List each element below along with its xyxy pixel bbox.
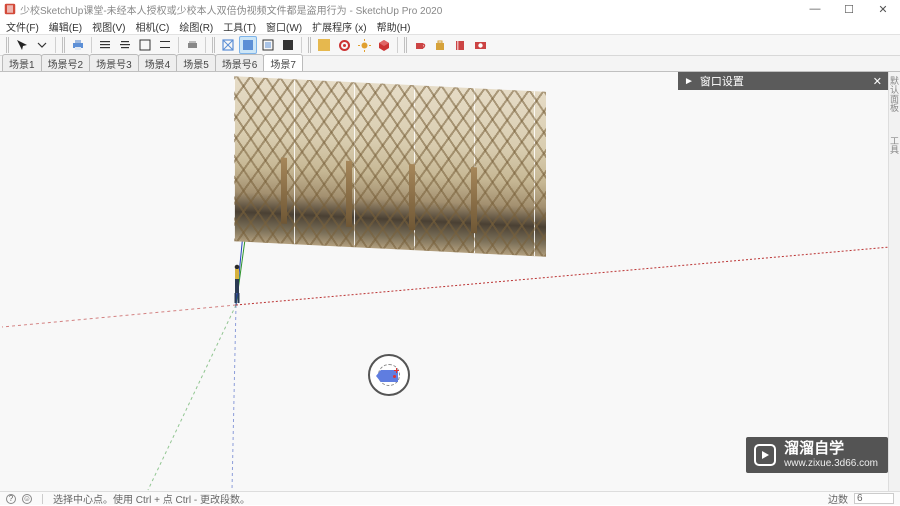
app-icon [4,3,16,15]
scene-tab[interactable]: 场景1 [2,54,42,71]
right-rail: 默认面板 工具 [888,72,900,491]
face-style-3-button[interactable] [259,36,277,54]
toolbar-handle-icon[interactable] [308,37,311,53]
rotate-tool-cursor [368,354,410,396]
bag-button[interactable] [431,36,449,54]
scene-tab[interactable]: 场景5 [176,54,216,71]
main-toolbar [0,34,900,56]
expand-icon[interactable]: ► [684,76,694,87]
status-hint: 选择中心点。使用 Ctrl + 点 Ctrl - 更改段数。 [53,491,250,506]
status-separator [42,494,43,504]
measurement-label: 边数 [828,491,848,506]
menu-bar: 文件(F) 编辑(E) 视图(V) 相机(C) 绘图(R) 工具(T) 窗口(W… [0,18,900,34]
toolbar-handle-icon[interactable] [212,37,215,53]
toolbar-separator [178,37,179,53]
menu-tools[interactable]: 工具(T) [221,19,258,34]
window-controls: — ☐ ✕ [798,0,900,18]
scene-tab[interactable]: 场景号6 [215,54,265,71]
scene-tab[interactable]: 场景4 [138,54,178,71]
style-1-button[interactable] [96,36,114,54]
toolbar-handle-icon[interactable] [6,37,9,53]
menu-window[interactable]: 窗口(W) [264,19,304,34]
color-swatch-button[interactable] [315,36,333,54]
scale-figure[interactable] [232,263,242,305]
tray-panel-header[interactable]: ► 窗口设置 ✕ [678,72,888,90]
camera-button[interactable] [471,36,489,54]
menu-camera[interactable]: 相机(C) [133,19,171,34]
close-button[interactable]: ✕ [866,0,900,18]
toolbar-separator [397,37,398,53]
measurement-input[interactable]: 6 [854,493,894,504]
scene-tab[interactable]: 场景号3 [89,54,139,71]
toolbar-separator [55,37,56,53]
toolbar-separator [91,37,92,53]
menu-extensions[interactable]: 扩展程序 (x) [310,19,368,34]
minimize-button[interactable]: — [798,0,832,18]
user-icon[interactable]: ☺ [22,494,32,504]
scene-tab[interactable]: 场景7 [263,54,303,71]
help-icon[interactable]: ? [6,494,16,504]
face-style-2-button[interactable] [239,36,257,54]
face-style-4-button[interactable] [279,36,297,54]
rail-tab-default-panel[interactable]: 默认面板 [888,76,900,112]
toolbar-separator [301,37,302,53]
face-style-1-button[interactable] [219,36,237,54]
menu-draw[interactable]: 绘图(R) [177,19,215,34]
tray-title: 窗口设置 [700,73,873,89]
toolbar-handle-icon[interactable] [404,37,407,53]
dropdown-button[interactable] [33,36,51,54]
toolbar-handle-icon[interactable] [62,37,65,53]
status-bar: ? ☺ 选择中心点。使用 Ctrl + 点 Ctrl - 更改段数。 边数 6 [0,491,900,505]
book-button[interactable] [451,36,469,54]
print-button[interactable] [69,36,87,54]
style-2-button[interactable] [116,36,134,54]
menu-file[interactable]: 文件(F) [4,19,41,34]
style-4-button[interactable] [156,36,174,54]
style-3-button[interactable] [136,36,154,54]
gear-button[interactable] [335,36,353,54]
match-photo-plane[interactable] [234,76,546,257]
cube-red-button[interactable] [375,36,393,54]
window-title: 少校SketchUp课堂-未经本人授权或少校本人双倍伪视频文件都是盗用行为 - … [20,2,900,17]
scene-tabs: 场景1 场景号2 场景号3 场景4 场景5 场景号6 场景7 [0,56,900,72]
rail-tab-tools[interactable]: 工具 [888,136,900,154]
crosshair-icon [394,368,399,373]
title-bar: 少校SketchUp课堂-未经本人授权或少校本人双倍伪视频文件都是盗用行为 - … [0,0,900,18]
tray-close-button[interactable]: ✕ [873,75,882,88]
sun-button[interactable] [355,36,373,54]
menu-help[interactable]: 帮助(H) [375,19,413,34]
viewport[interactable]: ► 窗口设置 ✕ 默认面板 工具 溜溜自学 www.zixue.3d66.com [0,72,900,491]
scene-tab[interactable]: 场景号2 [41,54,91,71]
toolbar-separator [205,37,206,53]
menu-view[interactable]: 视图(V) [90,19,127,34]
maximize-button[interactable]: ☐ [832,0,866,18]
cup-button[interactable] [411,36,429,54]
printer-2-button[interactable] [183,36,201,54]
select-tool-button[interactable] [13,36,31,54]
menu-edit[interactable]: 编辑(E) [47,19,84,34]
